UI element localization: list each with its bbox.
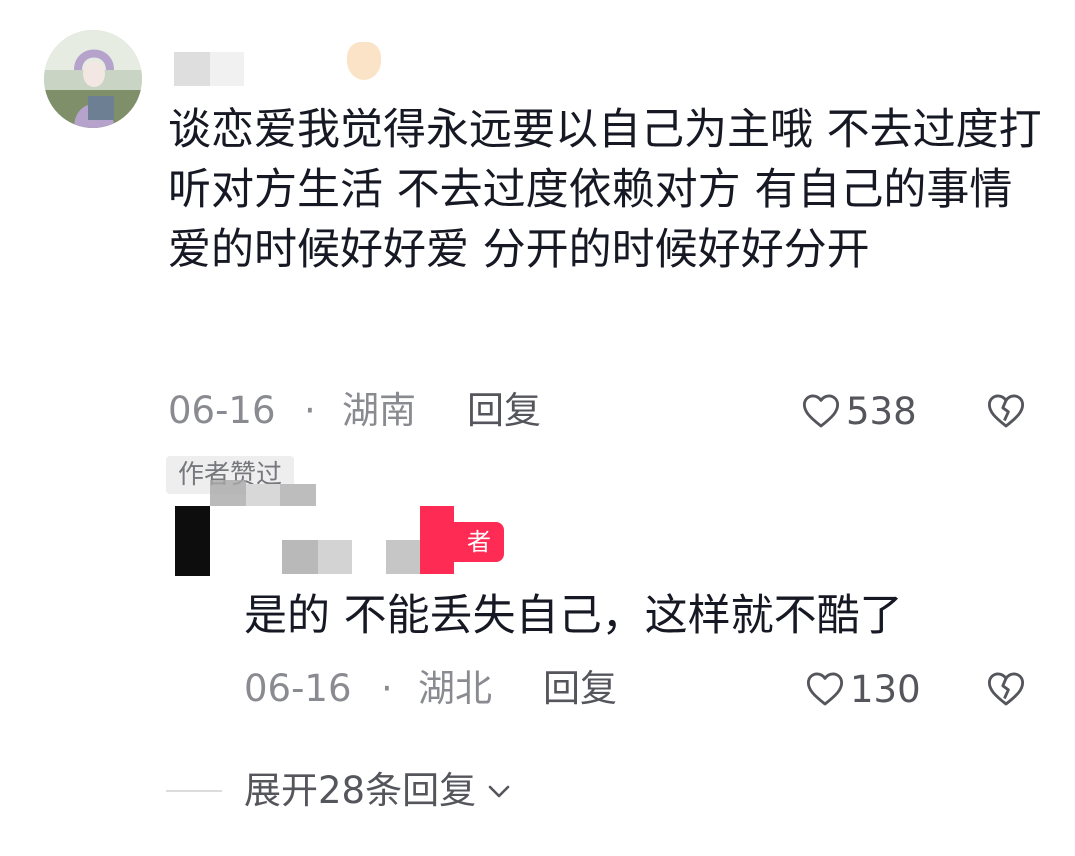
- username-redacted: [210, 480, 246, 506]
- comment-text: 谈恋爱我觉得永远要以自己为主哦 不去过度打听对方生活 不去过度依赖对方 有自己的…: [168, 105, 1042, 275]
- author-tag-redacted: [420, 506, 454, 574]
- reply-button[interactable]: 回复: [543, 664, 617, 714]
- broken-heart-icon: [987, 394, 1025, 428]
- username-redacted: [386, 540, 420, 574]
- like-count: 130: [850, 667, 921, 711]
- heart-outline-icon: [802, 394, 840, 428]
- username-redacted: [282, 540, 318, 574]
- reply-date: 06-16: [244, 667, 352, 710]
- divider-line: [166, 790, 222, 792]
- emoji-redacted: [347, 42, 381, 80]
- username-redacted: [318, 540, 352, 574]
- reply-button[interactable]: 回复: [467, 386, 541, 436]
- reply-avatar-redacted[interactable]: [175, 506, 210, 576]
- dislike-button[interactable]: [983, 386, 1029, 436]
- broken-heart-icon: [987, 672, 1025, 706]
- expand-replies-button[interactable]: 展开28条回复: [166, 766, 514, 816]
- reply-location: 湖北: [418, 667, 492, 710]
- like-button[interactable]: 130: [806, 664, 921, 714]
- chevron-down-icon: [488, 785, 510, 798]
- dislike-button[interactable]: [983, 664, 1029, 714]
- username-redacted: [246, 484, 280, 506]
- avatar-image: [44, 30, 142, 128]
- comment-date: 06-16: [168, 389, 276, 432]
- like-button[interactable]: 538: [802, 386, 917, 436]
- username-redacted: [210, 52, 244, 86]
- meta-separator: ·: [381, 667, 393, 710]
- expand-replies-label: 展开28条回复: [244, 769, 477, 812]
- reply-text: 是的 不能丢失自己，这样就不酷了: [244, 591, 903, 641]
- author-tag: 者: [454, 522, 504, 562]
- like-count: 538: [846, 389, 917, 433]
- commenter-avatar[interactable]: [44, 30, 142, 128]
- meta-separator: ·: [304, 389, 316, 432]
- comment-location: 湖南: [342, 389, 416, 432]
- heart-outline-icon: [806, 672, 844, 706]
- username-redacted: [174, 52, 210, 86]
- username-redacted: [280, 484, 316, 506]
